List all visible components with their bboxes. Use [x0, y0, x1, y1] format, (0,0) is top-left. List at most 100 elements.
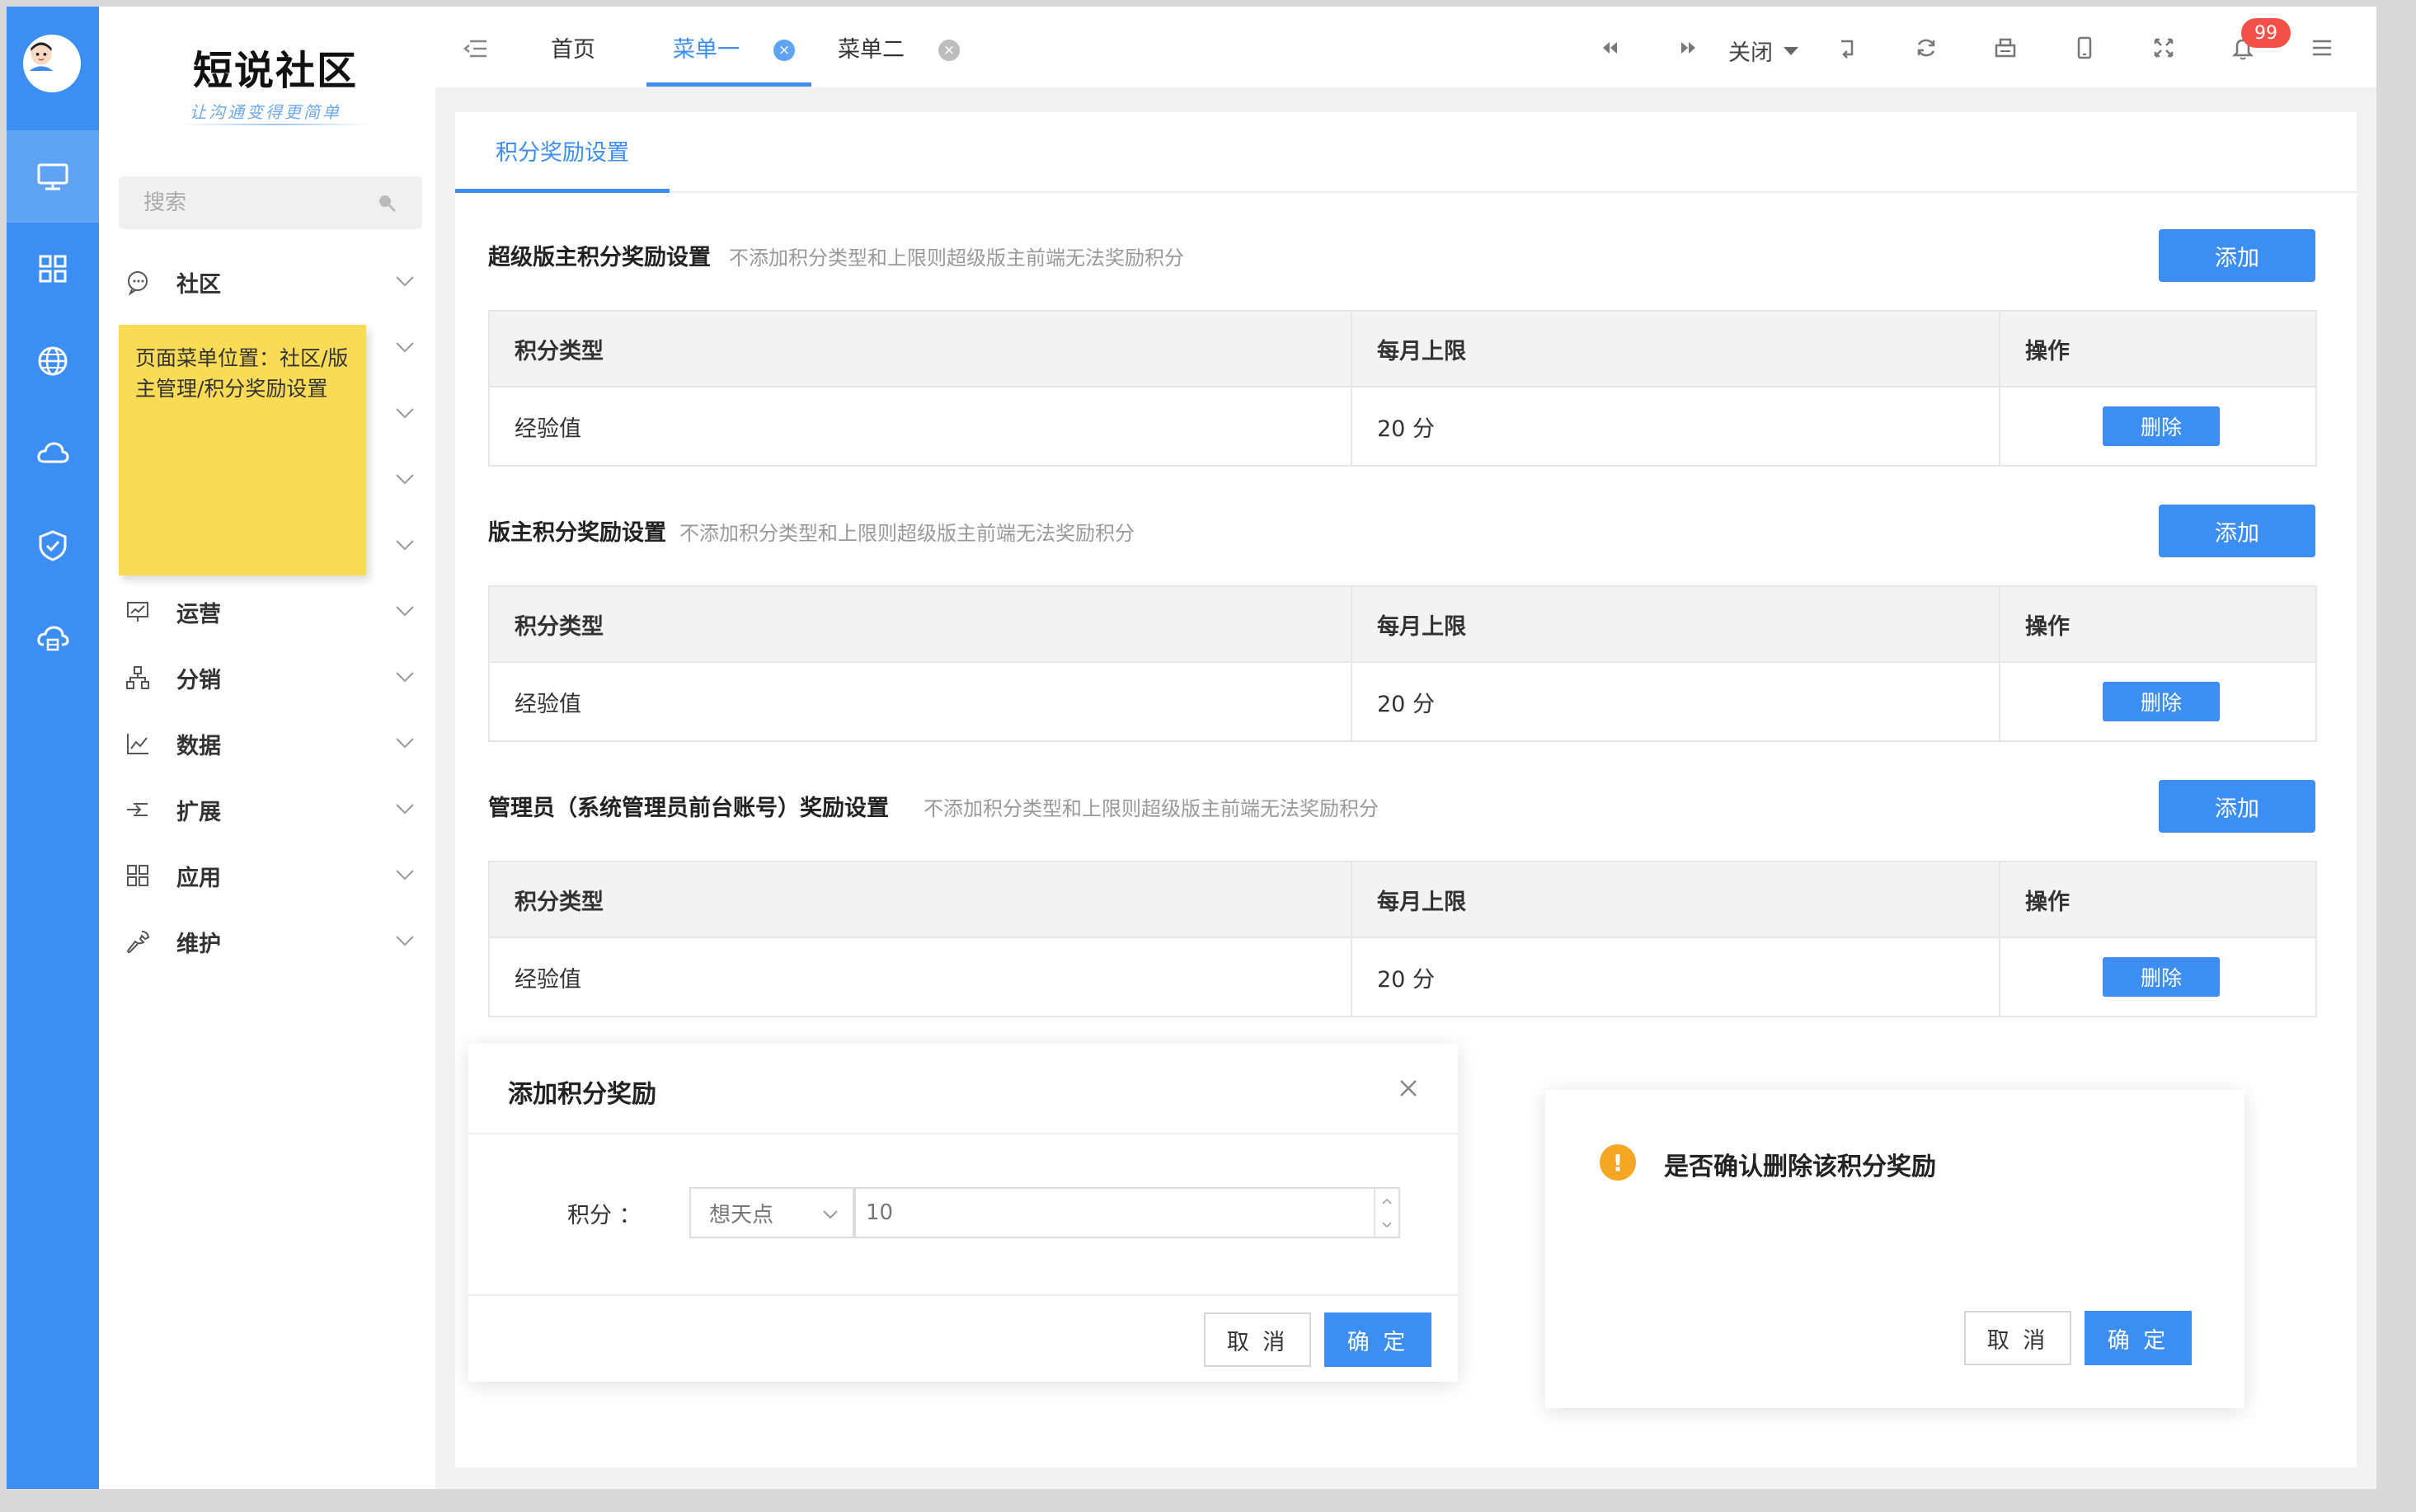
app-window: 短说社区 让沟通变得更简单 社区 页面菜单位置：社区/版主管理/积分奖励设置 运…: [7, 7, 2376, 1489]
avatar[interactable]: [23, 35, 81, 92]
stepper-down-icon[interactable]: [1380, 1221, 1394, 1229]
column-header: 积分类型: [488, 310, 1352, 387]
column-header: 操作: [1999, 310, 2317, 387]
stepper-up-icon[interactable]: [1380, 1197, 1394, 1205]
sticky-note: 页面菜单位置：社区/版主管理/积分奖励设置: [119, 325, 366, 575]
caret-down-icon: [1784, 46, 1798, 55]
card-tab-bar: 积分奖励设置: [455, 112, 2357, 193]
delete-button[interactable]: 删除: [2103, 682, 2220, 721]
sidebar-item-data[interactable]: 数据: [99, 711, 435, 777]
sidebar-item-label: 应用: [176, 865, 221, 891]
sidebar-item-operations[interactable]: 运营: [99, 579, 435, 645]
add-reward-dialog: 添加积分奖励 积分 ： 想天点 10 取 消 确 定: [468, 1044, 1458, 1382]
sidebar-item-apps[interactable]: 应用: [99, 843, 435, 909]
expand-icon: [127, 803, 148, 816]
add-button[interactable]: 添加: [2159, 780, 2315, 833]
rail-item-globe[interactable]: [7, 315, 99, 407]
column-header: 操作: [1999, 585, 2317, 663]
cell-action: 删除: [1999, 661, 2317, 742]
rail-item-cloud[interactable]: [7, 407, 99, 500]
points-field-label: 积分 ：: [567, 1203, 642, 1228]
add-button[interactable]: 添加: [2159, 229, 2315, 282]
number-stepper[interactable]: [1374, 1189, 1398, 1237]
sidebar-item-maintenance[interactable]: 维护: [99, 909, 435, 974]
table-row: 经验值 20 分 删除: [488, 386, 2317, 467]
rail-item-cloud-server[interactable]: [7, 592, 99, 684]
column-header: 每月上限: [1351, 585, 2000, 663]
presentation-icon: [127, 602, 148, 622]
rail-item-shield[interactable]: [7, 500, 99, 592]
warning-icon: !: [1600, 1144, 1636, 1181]
chevron-down-icon[interactable]: [392, 401, 417, 425]
sidebar-item-label: 扩展: [176, 799, 221, 825]
column-header: 每月上限: [1351, 310, 2000, 387]
points-number-input[interactable]: 10: [854, 1187, 1400, 1238]
column-header: 操作: [1999, 861, 2317, 938]
search-icon[interactable]: [376, 192, 397, 214]
sidebar-item-extensions[interactable]: 扩展: [99, 777, 435, 843]
section-title: 版主积分奖励设置 不添加积分类型和上限则超级版主前端无法奖励积分: [488, 514, 1135, 547]
tab-menu-two[interactable]: 菜单二: [838, 7, 905, 87]
select-value: 想天点: [709, 1202, 774, 1228]
wrench-icon: [127, 931, 150, 954]
chevron-down-icon: [396, 276, 414, 287]
sidebar-item-community[interactable]: 社区: [99, 249, 435, 315]
scroll-left-icon[interactable]: [1596, 35, 1623, 61]
mobile-icon[interactable]: [2071, 35, 2098, 61]
menu-icon[interactable]: [2309, 35, 2335, 61]
chevron-down-icon: [396, 936, 414, 946]
close-tabs-dropdown[interactable]: 关闭: [1728, 35, 1801, 67]
sidebar-item-distribution[interactable]: 分销: [99, 645, 435, 711]
cell-limit: 20 分: [1351, 386, 2000, 467]
cancel-button[interactable]: 取 消: [1204, 1312, 1311, 1367]
table-header-row: 积分类型 每月上限 操作: [488, 310, 2317, 387]
delete-button[interactable]: 删除: [2103, 406, 2220, 446]
rail-item-monitor[interactable]: [7, 130, 99, 223]
tab-label: 首页: [551, 36, 595, 63]
section-heading: 版主积分奖励设置: [488, 520, 666, 546]
add-button[interactable]: 添加: [2159, 505, 2315, 557]
section-hint: 不添加积分类型和上限则超级版主前端无法奖励积分: [924, 797, 1379, 820]
back-icon[interactable]: [1834, 35, 1860, 61]
grid-icon: [39, 255, 67, 283]
cancel-button[interactable]: 取 消: [1964, 1311, 2071, 1365]
confirm-button[interactable]: 确 定: [1324, 1312, 1431, 1367]
tab-close-icon[interactable]: ×: [773, 40, 795, 61]
points-type-select[interactable]: 想天点: [689, 1187, 854, 1238]
section-heading: 管理员（系统管理员前台账号）奖励设置: [488, 796, 889, 821]
apps-icon: [127, 865, 148, 886]
cell-action: 删除: [1999, 386, 2317, 467]
print-icon[interactable]: [1992, 35, 2019, 61]
rail-item-grid[interactable]: [7, 223, 99, 315]
cell-limit: 20 分: [1351, 661, 2000, 742]
sidebar-item-label: 社区: [176, 271, 221, 298]
section-hint: 不添加积分类型和上限则超级版主前端无法奖励积分: [679, 522, 1135, 545]
sidebar-search[interactable]: [119, 176, 422, 229]
points-table: 积分类型 每月上限 操作 经验值 20 分 删除: [488, 585, 2317, 742]
collapse-menu-icon[interactable]: [462, 36, 490, 61]
tab-close-icon[interactable]: ×: [938, 40, 960, 61]
tab-home[interactable]: 首页: [551, 7, 595, 87]
notification-badge: 99: [2241, 18, 2291, 48]
tab-menu-one[interactable]: 菜单一: [673, 7, 740, 87]
fullscreen-icon[interactable]: [2150, 35, 2177, 61]
dialog-footer: 取 消 确 定: [468, 1294, 1458, 1382]
cell-type: 经验值: [488, 937, 1352, 1017]
tab-points-reward-settings[interactable]: 积分奖励设置: [455, 112, 670, 193]
column-header: 积分类型: [488, 861, 1352, 938]
close-icon[interactable]: [1397, 1077, 1420, 1100]
refresh-icon[interactable]: [1913, 35, 1939, 61]
delete-button[interactable]: 删除: [2103, 957, 2220, 997]
chevron-down-icon[interactable]: [392, 467, 417, 491]
confirm-button[interactable]: 确 定: [2085, 1311, 2192, 1365]
shield-check-icon: [39, 530, 67, 561]
chevron-down-icon[interactable]: [392, 335, 417, 359]
search-input[interactable]: [143, 190, 358, 215]
icon-rail: [7, 7, 99, 1489]
logo-slogan: 让沟通变得更简单: [190, 102, 341, 122]
chevron-down-icon[interactable]: [392, 533, 417, 557]
points-table: 积分类型 每月上限 操作 经验值 20 分 删除: [488, 861, 2317, 1017]
monitor-icon: [37, 163, 68, 190]
scroll-right-icon[interactable]: [1676, 35, 1702, 61]
number-value: 10: [866, 1200, 894, 1225]
